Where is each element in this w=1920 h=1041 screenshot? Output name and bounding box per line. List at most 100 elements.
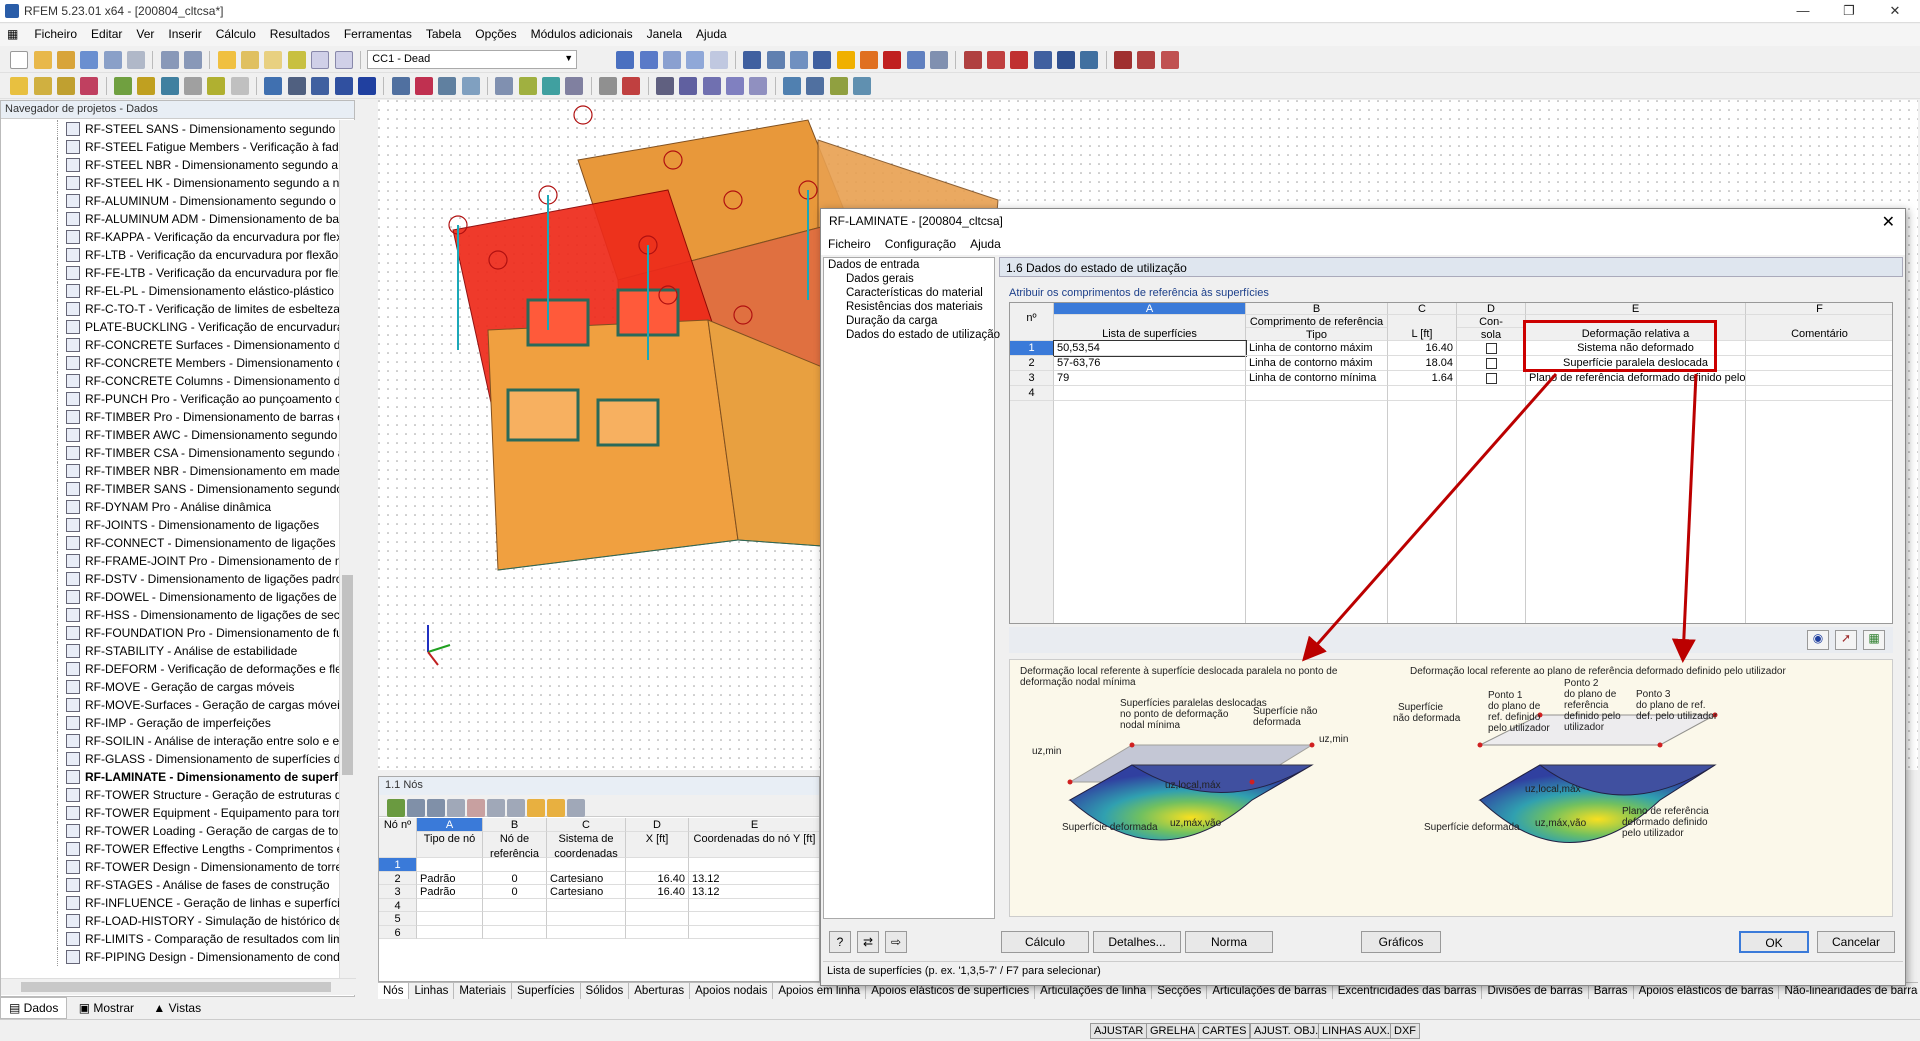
nav-item[interactable]: RF-ALUMINUM ADM - Dimensionamento de bar…	[1, 210, 339, 228]
move-up-icon[interactable]	[487, 799, 505, 817]
guide-icon[interactable]	[438, 77, 457, 95]
print-preview-icon[interactable]	[127, 51, 146, 69]
delete-icon[interactable]	[1010, 51, 1029, 69]
navigator-icon[interactable]	[287, 51, 306, 69]
openings-icon[interactable]	[749, 77, 768, 95]
status-toggle[interactable]: CARTES	[1198, 1023, 1251, 1039]
nav-item[interactable]: RF-DSTV - Dimensionamento de ligações pa…	[1, 570, 339, 588]
cell-y[interactable]	[689, 858, 819, 872]
grid-icon[interactable]	[391, 77, 410, 95]
print-icon[interactable]	[103, 51, 122, 69]
edit-icon[interactable]	[217, 51, 236, 69]
nav-item[interactable]: RF-INFLUENCE - Geração de linhas e super…	[1, 894, 339, 912]
nav-item[interactable]: RF-IMP - Geração de imperfeições	[1, 714, 339, 732]
solid-view-icon[interactable]	[565, 77, 584, 95]
view-y-icon[interactable]	[789, 51, 808, 69]
nav-item[interactable]: RF-LAMINATE - Dimensionamento de superfí…	[1, 768, 339, 786]
nav-item[interactable]: RF-MOVE - Geração de cargas móveis	[1, 678, 339, 696]
cell-ref[interactable]	[483, 925, 547, 939]
visibility-icon[interactable]	[311, 77, 330, 95]
nav-item[interactable]: RF-CONCRETE Members - Dimensionamento de…	[1, 354, 339, 372]
axes-icon[interactable]	[806, 77, 825, 95]
cell-ref[interactable]: 0	[483, 885, 547, 899]
animate-icon[interactable]	[662, 51, 681, 69]
nav-item[interactable]: RF-SOILIN - Análise de interação entre s…	[1, 732, 339, 750]
cell-y[interactable]	[689, 912, 819, 926]
menu-resultados[interactable]: Resultados	[263, 24, 337, 44]
status-toggle[interactable]: DXF	[1390, 1023, 1420, 1039]
menu-opcoes[interactable]: Opções	[468, 24, 523, 44]
layers-icon[interactable]	[357, 77, 376, 95]
surfaces-icon[interactable]	[702, 77, 721, 95]
pan-icon[interactable]	[930, 51, 949, 69]
cell-type[interactable]: Padrão	[417, 885, 483, 899]
nav-item[interactable]: RF-PUNCH Pro - Verificação ao punçoament…	[1, 390, 339, 408]
nodes-icon[interactable]	[656, 77, 674, 95]
render-icon[interactable]	[518, 77, 537, 95]
table-tab[interactable]: Materiais	[454, 983, 512, 999]
filter-rows-icon[interactable]	[407, 799, 425, 817]
table-tab[interactable]: Superfícies	[512, 983, 581, 999]
display-icon[interactable]	[264, 51, 283, 69]
rfem-icon[interactable]	[1160, 51, 1179, 69]
nav-item[interactable]: RF-STABILITY - Análise de estabilidade	[1, 642, 339, 660]
norm-button[interactable]: Norma	[1185, 931, 1273, 953]
nav-item[interactable]: RF-TIMBER NBR - Dimensionamento em madei…	[1, 462, 339, 480]
cell-x[interactable]	[626, 912, 689, 926]
nav-item[interactable]: RF-ALUMINUM - Dimensionamento segundo o …	[1, 192, 339, 210]
nav-item[interactable]: RF-STEEL NBR - Dimensionamento segundo a…	[1, 156, 339, 174]
wireframe-icon[interactable]	[541, 77, 560, 95]
support-tool-icon[interactable]	[114, 77, 133, 95]
cell-type[interactable]	[417, 912, 483, 926]
nav-item[interactable]: PLATE-BUCKLING - Verificação de encurvad…	[1, 318, 339, 336]
nav-item[interactable]: RF-JOINTS - Dimensionamento de ligações	[1, 516, 339, 534]
nav-item[interactable]: RF-DOWEL - Dimensionamento de ligações d…	[1, 588, 339, 606]
cell-x[interactable]	[626, 858, 689, 872]
table-tab[interactable]: Nós	[378, 983, 410, 999]
open-icon[interactable]	[33, 51, 52, 69]
nav-item[interactable]: RF-CONNECT - Dimensionamento de ligações…	[1, 534, 339, 552]
nav-item[interactable]: RF-FE-LTB - Verificação da encurvadura p…	[1, 264, 339, 282]
cell-coord-sys[interactable]: Cartesiano	[547, 871, 626, 885]
refresh-icon[interactable]	[567, 799, 585, 817]
cell-coord-sys[interactable]: Cartesiano	[547, 885, 626, 899]
copy-tool-icon[interactable]	[160, 77, 179, 95]
menu-editar[interactable]: Editar	[84, 24, 129, 44]
cell-type[interactable]: Padrão	[417, 871, 483, 885]
nav-item[interactable]: RF-KAPPA - Verificação da encurvadura po…	[1, 228, 339, 246]
nav-item[interactable]: RF-TOWER Structure - Geração de estrutur…	[1, 786, 339, 804]
table-tab[interactable]: Apoios nodais	[690, 983, 774, 999]
tab-vistas[interactable]: ▲ Vistas	[145, 998, 209, 1018]
nav-item[interactable]: RF-STAGES - Análise de fases de construç…	[1, 876, 339, 894]
cell-y[interactable]	[689, 926, 819, 939]
cell-coord-sys[interactable]	[547, 925, 626, 939]
rotate-tool-icon[interactable]	[207, 77, 226, 95]
nav-item[interactable]: RF-TIMBER CSA - Dimensionamento segundo …	[1, 444, 339, 462]
nav-item[interactable]: RF-GLASS - Dimensionamento de superfície…	[1, 750, 339, 768]
cell-y[interactable]	[689, 899, 819, 912]
load-icon[interactable]	[1137, 51, 1156, 69]
mirror-tool-icon[interactable]	[230, 77, 249, 95]
open-project-icon[interactable]	[57, 51, 76, 69]
clip-icon[interactable]	[598, 77, 617, 95]
move-down-icon[interactable]	[507, 799, 525, 817]
delete-row-icon[interactable]	[467, 799, 485, 817]
cell-x[interactable]	[626, 925, 689, 939]
nav-item[interactable]: RF-TOWER Design - Dimensionamento de tor…	[1, 858, 339, 876]
table-tab[interactable]: Linhas	[409, 983, 455, 999]
filter-icon[interactable]	[334, 77, 353, 95]
menu-ferramentas[interactable]: Ferramentas	[337, 24, 419, 44]
nav-item[interactable]: RF-TOWER Equipment - Equipamento para to…	[1, 804, 339, 822]
cell-ref[interactable]	[483, 858, 547, 872]
cell-coord-sys[interactable]	[547, 858, 626, 872]
tab-mostrar[interactable]: ▣ Mostrar	[71, 998, 142, 1018]
select-icon[interactable]	[963, 51, 982, 69]
insert-row-icon[interactable]	[447, 799, 465, 817]
menu-ver[interactable]: Ver	[129, 24, 161, 44]
menu-ficheiro[interactable]: Ficheiro	[27, 24, 84, 44]
nav-item[interactable]: RF-TOWER Loading - Geração de cargas de …	[1, 822, 339, 840]
select-all-icon[interactable]	[547, 799, 565, 817]
results-icon[interactable]	[639, 51, 658, 69]
generate-icon[interactable]	[80, 77, 99, 95]
settings-icon[interactable]	[853, 77, 872, 95]
